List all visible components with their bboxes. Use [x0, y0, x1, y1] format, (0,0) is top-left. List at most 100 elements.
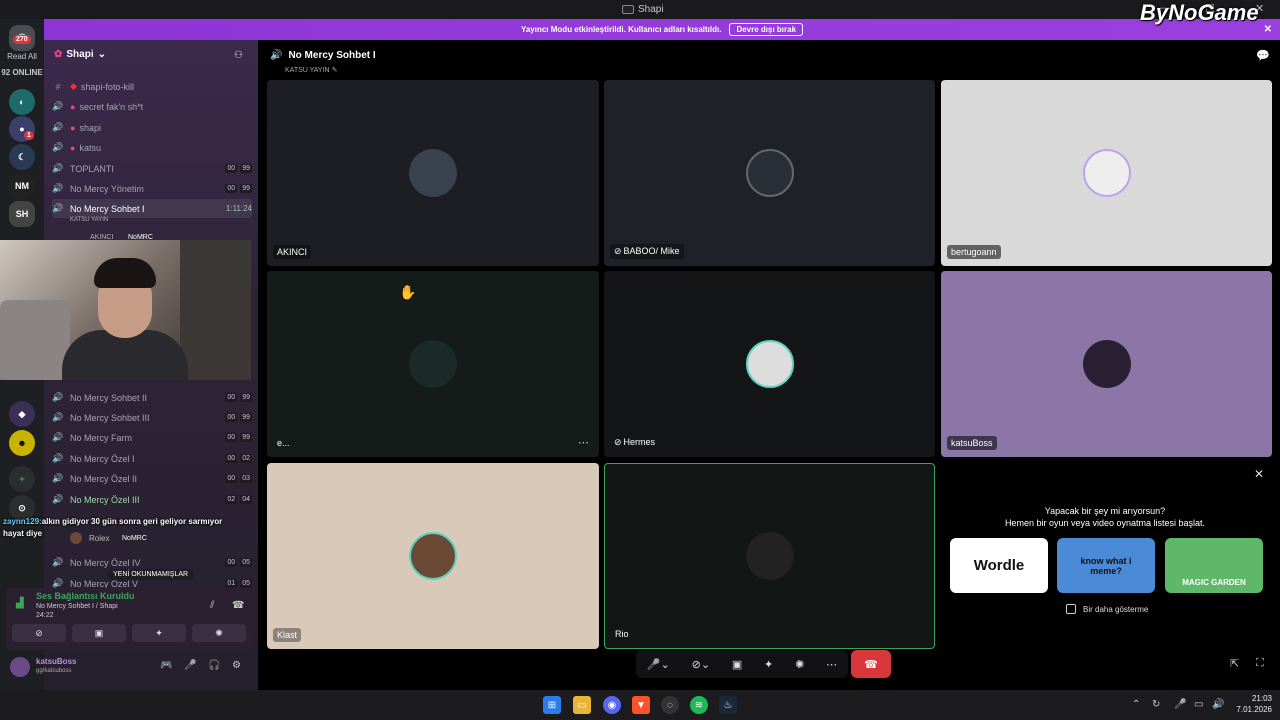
banner-close-icon[interactable]: ✕	[1264, 24, 1272, 35]
avatar	[70, 532, 82, 544]
invite-icon[interactable]: ⚇	[234, 50, 243, 61]
spotify-icon[interactable]: ≋	[690, 696, 708, 714]
participant-tile[interactable]: bertugoann	[941, 80, 1272, 266]
participant-name: ⊘ Hermes	[614, 437, 656, 447]
discord-icon[interactable]: ◉	[603, 696, 621, 714]
close-prompt-icon[interactable]: ✕	[1254, 467, 1264, 481]
participant-name: ⊘ BABOO/ Mike	[610, 244, 684, 259]
popout-icon[interactable]: ⇱	[1230, 657, 1239, 670]
participant-tile[interactable]: Klast	[267, 463, 599, 649]
dont-show-checkbox[interactable]	[1066, 604, 1076, 614]
online-count: 92 ONLINE	[1, 68, 43, 77]
participant-tile[interactable]: ⊘ Hermes	[604, 271, 935, 457]
file-explorer-icon[interactable]: ▭	[573, 696, 591, 714]
voice-channel-active[interactable]: 🔊 No Mercy Sohbet I 1:11:24	[52, 199, 252, 218]
channel-item[interactable]: 🔊 ● shapi	[52, 118, 252, 137]
avatar	[409, 532, 457, 580]
voice-channel[interactable]: 🔊 No Mercy Özel III 02 04	[52, 490, 252, 509]
volume-icon[interactable]: 🔊	[1212, 699, 1224, 710]
fullscreen-icon[interactable]: ⛶	[1256, 657, 1264, 670]
participant-tile-speaking[interactable]: Rio	[604, 463, 935, 649]
voice-channel[interactable]: 🔊 No Mercy Farm 00 99	[52, 428, 252, 447]
headphones-icon[interactable]: 🎧	[208, 660, 220, 671]
read-all-link[interactable]: Read All	[0, 52, 44, 61]
end-call-button[interactable]: ☎	[851, 650, 891, 678]
voice-channel[interactable]: 🔊 No Mercy Özel II 00 03	[52, 469, 252, 488]
channel-item[interactable]: # ◆ shapi-foto-kill	[52, 77, 252, 96]
voice-channel[interactable]: 🔊 No Mercy Yönetim 00 99	[52, 179, 252, 198]
brave-browser-icon[interactable]: ▼	[632, 696, 650, 714]
soundboard-icon[interactable]: ✺	[795, 658, 804, 671]
gamepad-icon[interactable]: 🎮	[160, 660, 172, 671]
app-logo-icon	[622, 5, 634, 14]
unread-pill[interactable]: YENİ OKUNMAMIŞLAR	[107, 569, 195, 580]
screen-share-icon[interactable]: ▣	[732, 658, 742, 671]
user-tag: gg/katsuboss	[36, 668, 72, 674]
server-avatar-icon: ✿	[54, 49, 63, 60]
member-name[interactable]: Rolex	[89, 534, 109, 543]
server-icon[interactable]: ☾	[9, 144, 35, 170]
participant-name: Rio	[615, 629, 629, 639]
noise-suppression-icon[interactable]: ⫽	[210, 600, 214, 611]
stream-chat-message: hayat diye	[3, 529, 43, 538]
voice-status[interactable]: Ses Bağlantısı Kuruldu	[36, 591, 135, 601]
taskbar-clock[interactable]: 21:03 7.01.2026	[1232, 693, 1272, 715]
member-tag: NoMRC	[122, 535, 147, 542]
more-icon[interactable]: ⋯	[826, 658, 837, 671]
disable-streamer-mode-button[interactable]: Devre dışı bırak	[729, 23, 804, 36]
disconnect-icon[interactable]: ☎	[232, 600, 244, 611]
camera-off-button[interactable]: ⊘	[12, 624, 66, 642]
channel-item[interactable]: 🔊 ● secret fak'n sh*t	[52, 97, 252, 116]
edit-pencil-icon[interactable]: ✎	[332, 67, 338, 74]
username[interactable]: katsuBoss	[36, 657, 76, 666]
game-card-magic-garden[interactable]: MAGIC GARDEN	[1165, 538, 1263, 593]
participant-tile[interactable]: e... ⋯	[267, 271, 599, 457]
soundboard-button[interactable]: ✺	[192, 624, 246, 642]
activity-prompt-title: Yapacak bir şey mi arıyorsun?	[1044, 506, 1166, 516]
participant-tile[interactable]: katsuBoss	[941, 271, 1272, 457]
voice-channel[interactable]: 🔊 No Mercy Özel I 00 02	[52, 449, 252, 468]
participant-tile[interactable]: ⊘ BABOO/ Mike	[604, 80, 935, 266]
webcam-overlay	[0, 240, 251, 380]
stream-chat-message: zaynn129:alkın gidiyor 30 gün sonra geri…	[3, 517, 223, 526]
voice-location: No Mercy Sohbet I / Shapi	[36, 603, 118, 610]
windows-start-icon[interactable]: ⊞	[543, 696, 561, 714]
settings-gear-icon[interactable]: ⚙	[232, 660, 241, 671]
game-card-meme[interactable]: know what i meme?	[1057, 538, 1155, 593]
camera-off-icon[interactable]: ⊘⌄	[692, 658, 710, 671]
server-icon[interactable]: ◆	[9, 401, 35, 427]
microphone-icon[interactable]: 🎤⌄	[647, 658, 670, 671]
participant-tile[interactable]: AKINCI	[267, 80, 599, 266]
chat-bubble-icon[interactable]: 💬	[1256, 49, 1270, 62]
activities-icon[interactable]: ✦	[764, 658, 773, 671]
channel-status: KATSU YAYIN	[70, 217, 109, 223]
voice-channel[interactable]: 🔊 TOPLANTI 00 99	[52, 159, 252, 178]
chevron-up-icon[interactable]: ⌃	[1132, 699, 1140, 710]
server-icon[interactable]: NM	[9, 173, 35, 199]
muted-icon: ⊘	[614, 246, 622, 256]
avatar[interactable]	[10, 657, 30, 677]
server-icon-shapi[interactable]: SH	[9, 201, 35, 227]
user-panel: katsuBoss gg/katsuboss 🎮 🎤 🎧 ⚙	[6, 654, 254, 682]
channel-item[interactable]: 🔊 ● katsu	[52, 138, 252, 157]
screen-share-button[interactable]: ▣	[72, 624, 126, 642]
more-options-icon[interactable]: ⋯	[578, 436, 589, 449]
steam-icon[interactable]: ♨	[719, 696, 737, 714]
speaker-live-icon: 🔊	[52, 203, 64, 213]
server-header[interactable]: ✿ Shapi ⌄	[54, 49, 106, 60]
speaker-icon: 🔊	[52, 122, 64, 132]
sync-icon[interactable]: ↻	[1152, 699, 1160, 710]
server-icon[interactable]: ◐	[9, 89, 35, 115]
microphone-tray-icon[interactable]: 🎤	[1174, 699, 1186, 710]
microphone-icon[interactable]: 🎤	[184, 660, 196, 671]
game-card-wordle[interactable]: Wordle	[950, 538, 1048, 593]
signal-icon[interactable]: ▟	[16, 598, 24, 609]
server-icon[interactable]: ☻	[9, 430, 35, 456]
app-icon[interactable]: ◌	[661, 696, 679, 714]
add-server-icon[interactable]: +	[9, 466, 35, 492]
voice-channel[interactable]: 🔊 No Mercy Sohbet III 00 99	[52, 408, 252, 427]
call-controls: 🎤⌄ ⊘⌄ ▣ ✦ ✺ ⋯	[636, 650, 848, 678]
display-icon[interactable]: ▭	[1194, 699, 1203, 710]
activities-button[interactable]: ✦	[132, 624, 186, 642]
voice-channel[interactable]: 🔊 No Mercy Sohbet II 00 99	[52, 388, 252, 407]
